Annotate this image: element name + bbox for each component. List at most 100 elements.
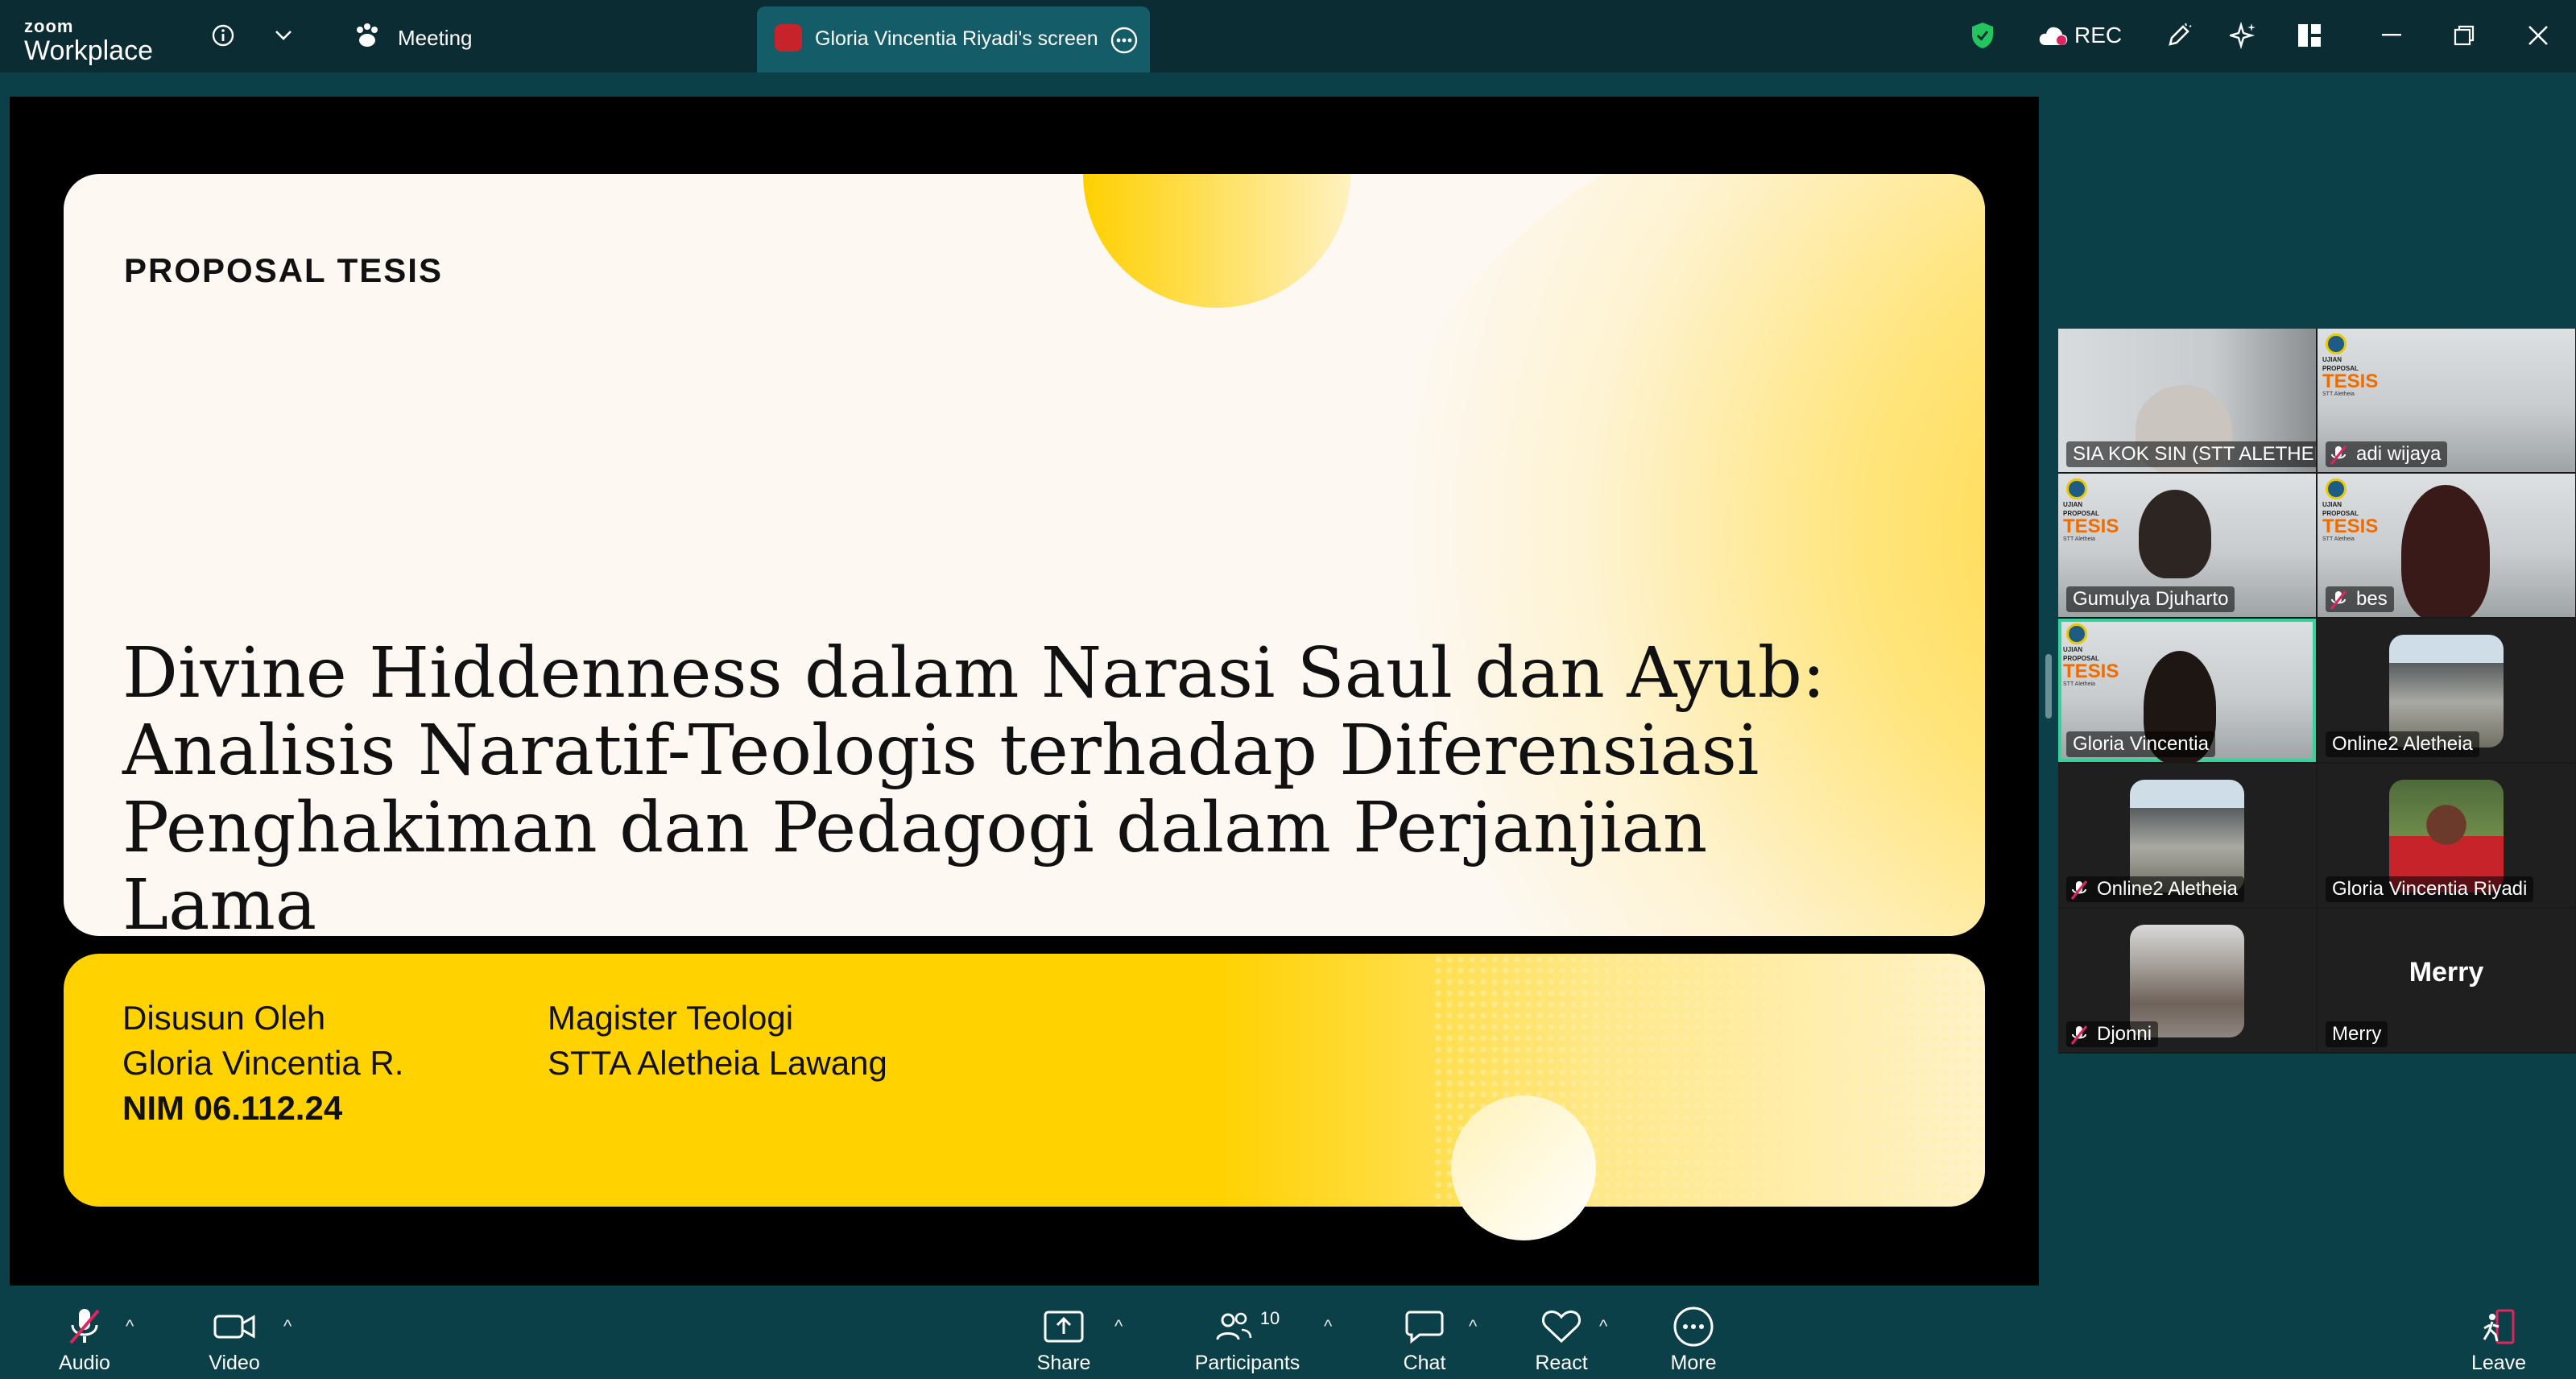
participant-tile[interactable]: SIA KOK SIN (STT ALETHEIA) <box>2058 329 2316 472</box>
chat-options-caret-icon[interactable]: ^ <box>1469 1316 1477 1337</box>
badge-seal-icon <box>2326 478 2347 499</box>
react-options-caret-icon[interactable]: ^ <box>1599 1316 1607 1337</box>
participant-figure <box>2401 485 2490 617</box>
encryption-shield-icon[interactable] <box>1963 16 2002 55</box>
panel-resize-handle[interactable] <box>2045 654 2052 718</box>
badge-seal-icon <box>2066 478 2087 499</box>
badge-line: STT Aletheia <box>2322 391 2355 397</box>
rec-label: REC <box>2074 23 2123 48</box>
participant-name: Gloria Vincentia <box>2066 731 2215 757</box>
meeting-tab-label[interactable]: Meeting <box>398 26 473 51</box>
participant-tile[interactable]: UJIAN PROPOSAL TESIS STT Aletheia bes <box>2318 474 2575 617</box>
author-info: Disusun Oleh Gloria Vincentia R. NIM 06.… <box>122 996 403 1131</box>
program-info: Magister Teologi STTA Aletheia Lawang <box>548 996 887 1086</box>
participant-tile[interactable]: UJIAN PROPOSAL TESIS STT Aletheia Gumuly… <box>2058 474 2316 617</box>
audio-options-caret-icon[interactable]: ^ <box>126 1316 134 1337</box>
participant-name: Merry <box>2326 1021 2388 1047</box>
participant-gallery: SIA KOK SIN (STT ALETHEIA) UJIAN PROPOSA… <box>2058 329 2576 1054</box>
badge-line: STT Aletheia <box>2322 536 2355 542</box>
participant-tile[interactable]: UJIAN PROPOSAL TESIS STT Aletheia adi wi… <box>2318 329 2575 472</box>
badge-line: TESIS <box>2322 516 2379 537</box>
badge-line: TESIS <box>2063 661 2119 682</box>
participant-figure <box>2139 490 2211 578</box>
chat-button[interactable]: Chat <box>1388 1303 1461 1375</box>
author-heading: Disusun Oleh <box>122 999 326 1037</box>
cloud-record-icon[interactable] <box>2034 16 2073 55</box>
leave-button[interactable]: Leave <box>2462 1303 2535 1375</box>
close-window-icon[interactable] <box>2519 16 2557 55</box>
meeting-info-icon[interactable] <box>204 16 242 55</box>
view-layout-icon[interactable] <box>2290 16 2329 55</box>
participant-avatar-building <box>2389 635 2504 747</box>
exam-badge: UJIAN PROPOSAL TESIS STT Aletheia <box>2322 333 2379 404</box>
badge-line: UJIAN <box>2322 501 2342 508</box>
logo-brand-bottom: Workplace <box>24 35 153 66</box>
participant-tile[interactable]: Merry Merry <box>2318 909 2575 1052</box>
more-dots-icon <box>1657 1303 1730 1350</box>
badge-line: UJIAN <box>2063 646 2083 653</box>
badge-seal-icon <box>2066 623 2087 644</box>
participant-display-name: Merry <box>2409 957 2484 988</box>
badge-line: TESIS <box>2063 516 2119 537</box>
participant-name: Gumulya Djuharto <box>2066 586 2235 612</box>
share-screen-icon <box>1028 1303 1100 1350</box>
meeting-paw-icon <box>348 16 387 55</box>
react-label: React <box>1535 1352 1588 1374</box>
participant-avatar-photo <box>2389 780 2504 892</box>
chevron-down-icon[interactable] <box>264 16 303 55</box>
participant-tile[interactable]: Online2 Aletheia <box>2058 764 2316 907</box>
chat-label: Chat <box>1403 1352 1446 1374</box>
screen-share-tab[interactable]: Gloria Vincentia Riyadi's screen <box>757 6 1150 72</box>
institution-name: STTA Aletheia Lawang <box>548 1044 887 1082</box>
participants-button[interactable]: 10 Participants <box>1189 1303 1306 1375</box>
share-label: Share <box>1036 1352 1091 1374</box>
slide-circle-decoration <box>1451 1095 1596 1240</box>
react-button[interactable]: React <box>1525 1303 1598 1375</box>
exam-badge: UJIAN PROPOSAL TESIS STT Aletheia <box>2063 623 2119 694</box>
muted-mic-icon <box>2070 880 2088 900</box>
participant-name: Online2 Aletheia <box>2066 876 2244 902</box>
annotate-pen-icon[interactable] <box>2160 16 2198 55</box>
participant-name: Gloria Vincentia Riyadi <box>2326 876 2534 902</box>
slide-title-line: Analisis Naratif-Teologis terhadap Difer… <box>122 710 1759 791</box>
exam-badge: UJIAN PROPOSAL TESIS STT Aletheia <box>2322 478 2379 549</box>
ai-companion-sparkle-icon[interactable] <box>2224 16 2263 55</box>
participants-label: Participants <box>1194 1352 1300 1374</box>
audio-label: Audio <box>59 1352 110 1374</box>
video-label: Video <box>209 1352 260 1374</box>
muted-mic-icon <box>2330 445 2347 465</box>
participants-count: 10 <box>1259 1308 1280 1328</box>
muted-mic-icon <box>48 1303 121 1350</box>
audio-button[interactable]: Audio <box>48 1303 121 1375</box>
meeting-toolbar: Audio ^ Video ^ Share ^ 10 Participants … <box>0 1292 2576 1379</box>
participant-name: SIA KOK SIN (STT ALETHEIA) <box>2066 441 2316 467</box>
program-name: Magister Teologi <box>548 999 794 1037</box>
top-bar: zoom Workplace Meeting Gloria Vincentia … <box>0 0 2576 72</box>
participant-name: Online2 Aletheia <box>2326 731 2479 757</box>
slide-title: Divine Hiddenness dalam Narasi Saul dan … <box>122 635 1894 944</box>
participants-icon: 10 <box>1189 1303 1306 1350</box>
leave-door-icon <box>2462 1303 2535 1350</box>
more-button[interactable]: More <box>1657 1303 1730 1375</box>
share-options-caret-icon[interactable]: ^ <box>1114 1316 1123 1337</box>
muted-mic-icon <box>2070 1025 2088 1045</box>
participant-tile[interactable]: Gloria Vincentia Riyadi <box>2318 764 2575 907</box>
leave-label: Leave <box>2471 1352 2527 1374</box>
chat-bubble-icon <box>1388 1303 1461 1350</box>
share-button[interactable]: Share <box>1028 1303 1100 1375</box>
minimize-window-icon[interactable] <box>2372 16 2411 55</box>
video-button[interactable]: Video <box>198 1303 271 1375</box>
video-camera-icon <box>198 1303 271 1350</box>
participant-tile[interactable]: Djonni <box>2058 909 2316 1052</box>
more-options-icon[interactable] <box>1110 26 1139 55</box>
slide-kicker: PROPOSAL TESIS <box>124 251 443 289</box>
participant-avatar-tower <box>2130 925 2244 1037</box>
participant-tile-active-speaker[interactable]: UJIAN PROPOSAL TESIS STT Aletheia Gloria… <box>2058 619 2316 762</box>
participant-tile[interactable]: Online2 Aletheia <box>2318 619 2575 762</box>
presenter-avatar <box>775 24 802 52</box>
video-options-caret-icon[interactable]: ^ <box>283 1316 292 1337</box>
participants-options-caret-icon[interactable]: ^ <box>1324 1316 1332 1337</box>
restore-window-icon[interactable] <box>2445 16 2483 55</box>
more-label: More <box>1670 1352 1717 1374</box>
badge-line: STT Aletheia <box>2063 536 2095 542</box>
